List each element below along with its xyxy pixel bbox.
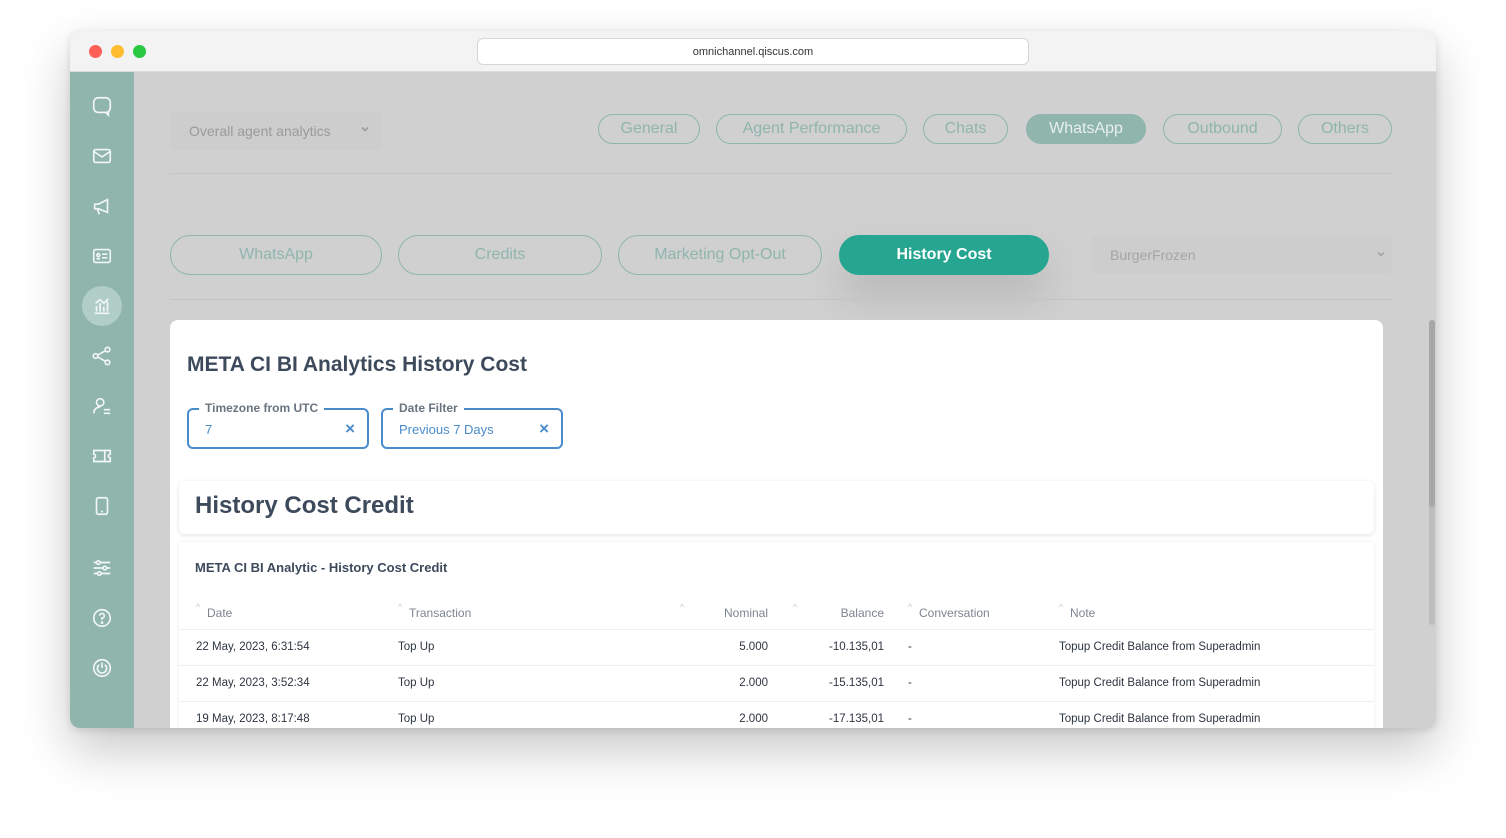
timezone-filter-value: 7 (205, 422, 213, 437)
cell-balance: -10.135,01 (829, 641, 884, 653)
column-header-note[interactable]: Note (1070, 606, 1095, 620)
tab-chats[interactable]: Chats (923, 114, 1008, 144)
date-filter-value: Previous 7 Days (399, 422, 494, 437)
power-icon[interactable] (82, 648, 122, 688)
header-divider (170, 173, 1392, 174)
close-window-button[interactable] (89, 45, 102, 58)
ticket-icon[interactable] (82, 436, 122, 476)
panel-title: META CI BI Analytics History Cost (187, 353, 527, 376)
workspace-select-value: BurgerFrozen (1110, 247, 1196, 263)
table-title: META CI BI Analytic - History Cost Credi… (195, 560, 448, 575)
cell-transaction: Top Up (398, 677, 435, 689)
subtab-divider (170, 299, 1392, 300)
mail-icon[interactable] (82, 136, 122, 176)
sort-date-icon[interactable]: ^ (196, 602, 200, 612)
cell-note: Topup Credit Balance from Superadmin (1059, 677, 1261, 689)
help-icon[interactable] (82, 598, 122, 638)
section-header: History Cost Credit (179, 481, 1374, 534)
minimize-window-button[interactable] (111, 45, 124, 58)
timezone-filter-label: Timezone from UTC (199, 401, 325, 415)
scrollbar-thumb[interactable] (1429, 320, 1435, 507)
subtab-whatsapp[interactable]: WhatsApp (170, 235, 382, 275)
address-bar[interactable]: omnichannel.qiscus.com (477, 38, 1029, 65)
history-cost-panel: META CI BI Analytics History Cost Timezo… (170, 320, 1383, 728)
cell-date: 19 May, 2023, 8:17:48 (196, 713, 310, 725)
date-filter[interactable]: Date Filter Previous 7 Days × (381, 401, 563, 449)
maximize-window-button[interactable] (133, 45, 146, 58)
main-content: Overall agent analytics General Agent Pe… (134, 72, 1436, 728)
cell-date: 22 May, 2023, 3:52:34 (196, 677, 310, 689)
column-header-transaction[interactable]: Transaction (409, 606, 471, 620)
cell-note: Topup Credit Balance from Superadmin (1059, 641, 1261, 653)
column-header-balance[interactable]: Balance (809, 606, 884, 620)
cell-date: 22 May, 2023, 6:31:54 (196, 641, 310, 653)
share-nodes-icon[interactable] (82, 336, 122, 376)
sort-balance-icon[interactable]: ^ (793, 602, 797, 612)
subtab-marketing-opt-out[interactable]: Marketing Opt-Out (618, 235, 822, 275)
cell-transaction: Top Up (398, 641, 435, 653)
contact-card-icon[interactable] (82, 236, 122, 276)
tab-general[interactable]: General (598, 114, 700, 144)
workspace-select[interactable]: BurgerFrozen (1092, 236, 1392, 274)
cell-nominal: 2.000 (739, 677, 768, 689)
row-divider (179, 701, 1374, 702)
clear-timezone-icon[interactable]: × (345, 419, 355, 439)
timezone-filter[interactable]: Timezone from UTC 7 × (187, 401, 369, 449)
subtab-credits[interactable]: Credits (398, 235, 602, 275)
date-filter-label: Date Filter (393, 401, 464, 415)
mobile-device-icon[interactable] (82, 486, 122, 526)
subtab-history-cost[interactable]: History Cost (839, 235, 1049, 275)
cell-nominal: 5.000 (739, 641, 768, 653)
tab-others[interactable]: Others (1298, 114, 1392, 144)
column-header-nominal[interactable]: Nominal (699, 606, 768, 620)
chat-bubble-icon[interactable] (82, 86, 122, 126)
sort-conversation-icon[interactable]: ^ (908, 602, 912, 612)
tab-outbound[interactable]: Outbound (1163, 114, 1282, 144)
cell-balance: -17.135,01 (829, 713, 884, 725)
tab-agent-performance[interactable]: Agent Performance (716, 114, 907, 144)
chevron-down-icon (1377, 251, 1385, 257)
sort-transaction-icon[interactable]: ^ (398, 602, 402, 612)
analytics-icon[interactable] (82, 286, 122, 326)
chevron-down-icon (361, 126, 369, 132)
megaphone-icon[interactable] (82, 186, 122, 226)
cell-conversation: - (908, 713, 912, 725)
sort-note-icon[interactable]: ^ (1059, 602, 1063, 612)
clear-date-icon[interactable]: × (539, 419, 549, 439)
history-table: META CI BI Analytic - History Cost Credi… (179, 542, 1374, 728)
cell-balance: -15.135,01 (829, 677, 884, 689)
column-header-date[interactable]: Date (207, 606, 232, 620)
tab-whatsapp[interactable]: WhatsApp (1026, 114, 1146, 144)
row-divider (179, 629, 1374, 630)
agent-analytics-select[interactable]: Overall agent analytics (170, 112, 382, 150)
column-header-conversation[interactable]: Conversation (919, 606, 990, 620)
section-title: History Cost Credit (195, 492, 414, 519)
cell-transaction: Top Up (398, 713, 435, 725)
settings-sliders-icon[interactable] (82, 548, 122, 588)
cell-note: Topup Credit Balance from Superadmin (1059, 713, 1261, 725)
agent-user-icon[interactable] (82, 386, 122, 426)
browser-window: omnichannel.qiscus.com Overall agent ana… (70, 31, 1436, 728)
agent-analytics-select-value: Overall agent analytics (189, 123, 331, 139)
row-divider (179, 665, 1374, 666)
browser-titlebar: omnichannel.qiscus.com (70, 31, 1436, 72)
cell-nominal: 2.000 (739, 713, 768, 725)
sort-nominal-icon[interactable]: ^ (680, 602, 684, 612)
cell-conversation: - (908, 677, 912, 689)
sidebar (70, 72, 134, 728)
cell-conversation: - (908, 641, 912, 653)
